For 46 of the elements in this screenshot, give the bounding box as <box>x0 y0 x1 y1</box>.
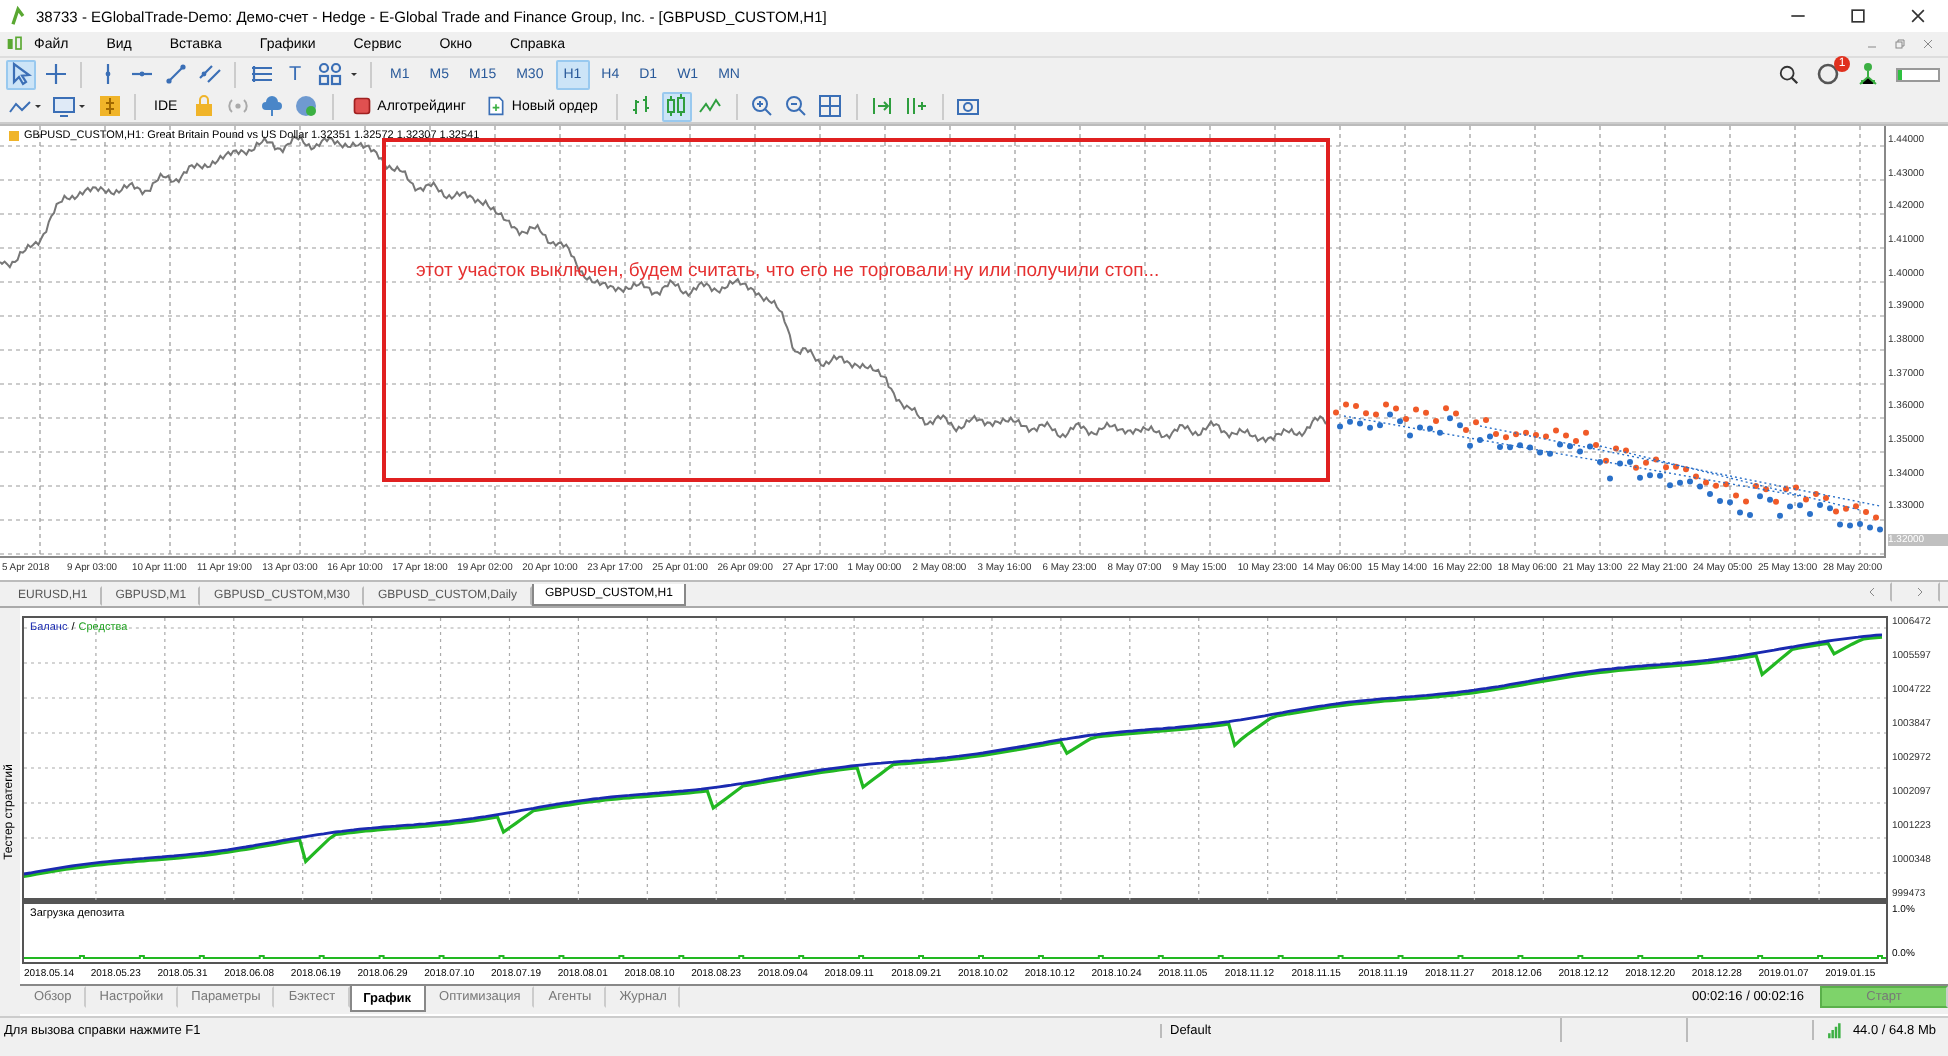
bar-chart-icon <box>630 94 655 118</box>
text-tool-button[interactable]: T <box>280 59 310 89</box>
channel-icon <box>197 62 221 86</box>
chat-icon <box>1816 62 1840 86</box>
cloud-icon <box>260 94 285 118</box>
document-icon <box>485 94 506 118</box>
globe-icon <box>294 94 319 118</box>
cloud-button[interactable] <box>257 91 288 121</box>
line-chart-icon <box>698 94 723 118</box>
zoom-out-icon <box>784 94 809 118</box>
crosshair-icon <box>43 62 67 86</box>
signal-icon <box>226 94 251 118</box>
globe-button[interactable] <box>291 91 322 121</box>
close-icon <box>1922 36 1934 52</box>
chart-logo-icon <box>6 34 26 54</box>
network-icon <box>1856 62 1880 86</box>
traffic-icon <box>1826 1020 1847 1040</box>
lock-icon <box>192 94 217 118</box>
maximize-icon <box>1848 6 1868 26</box>
cursor-button[interactable] <box>6 59 36 89</box>
candlestick-chart-button[interactable] <box>661 91 692 121</box>
symbol-icon <box>8 130 20 142</box>
templates-button[interactable] <box>50 91 90 121</box>
grid-icon <box>818 94 843 118</box>
close-icon <box>1908 6 1928 26</box>
zoom-in-icon <box>750 94 775 118</box>
search-icon <box>1778 63 1800 85</box>
camera-icon <box>956 94 981 118</box>
trend-line-button[interactable] <box>160 59 190 89</box>
coin-button[interactable] <box>94 91 124 121</box>
restore-icon <box>1894 36 1906 52</box>
cursor-icon <box>9 62 33 86</box>
candlestick-chart-icon <box>664 94 689 118</box>
close-button[interactable] <box>1920 36 1936 52</box>
fibonacci-icon <box>249 62 273 86</box>
coin-icon <box>97 94 121 118</box>
app-logo-icon <box>8 4 28 28</box>
autoscroll-icon <box>870 94 895 118</box>
monitor-icon <box>52 94 76 118</box>
crosshair-button[interactable] <box>40 59 70 89</box>
chart-shift-icon <box>904 94 929 118</box>
grid-button[interactable] <box>815 91 846 121</box>
shapes-icon <box>317 62 341 86</box>
stop-icon <box>351 96 372 116</box>
shapes-button[interactable] <box>314 59 344 89</box>
trend-line-icon <box>163 62 187 86</box>
